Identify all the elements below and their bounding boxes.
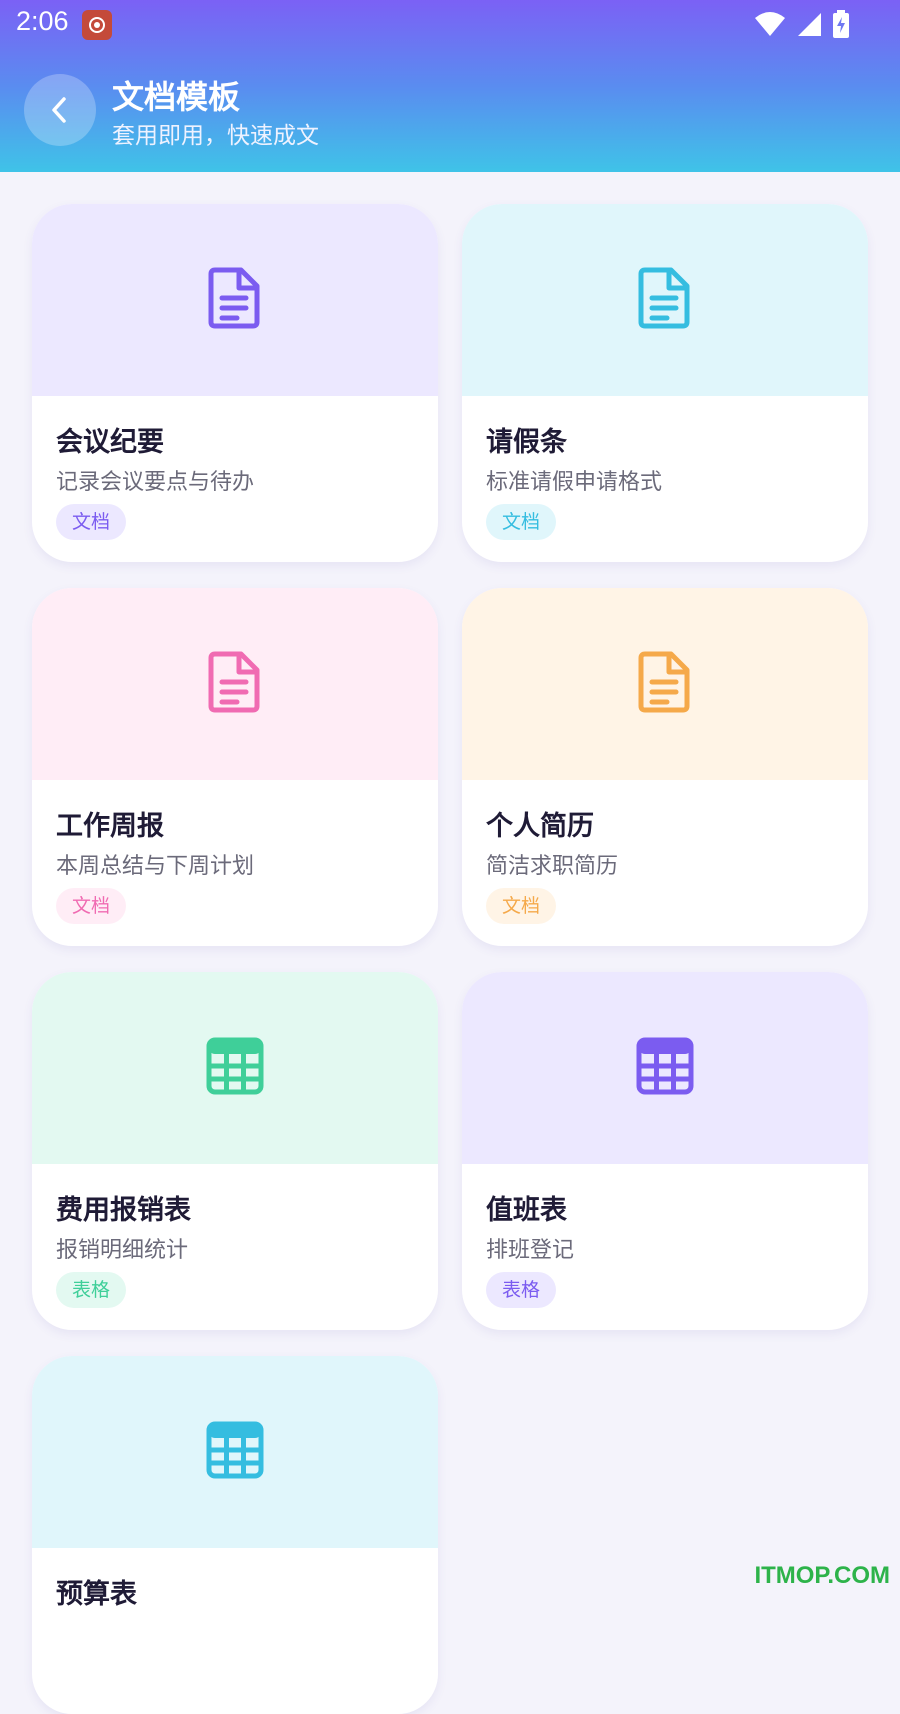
template-card-banner: [32, 588, 438, 780]
template-type-badge: 文档: [56, 504, 126, 540]
template-type-badge: 文档: [486, 888, 556, 924]
template-description: 简洁求职简历: [486, 848, 618, 880]
template-type-badge: 文档: [486, 504, 556, 540]
template-card[interactable]: 个人简历简洁求职简历文档: [462, 588, 868, 946]
template-card[interactable]: 工作周报本周总结与下周计划文档: [32, 588, 438, 946]
template-card[interactable]: 会议纪要记录会议要点与待办文档: [32, 204, 438, 562]
template-title: 值班表: [486, 1188, 567, 1227]
template-type-badge: 文档: [56, 888, 126, 924]
back-button[interactable]: [24, 74, 96, 146]
status-bar: 2:06: [0, 0, 900, 48]
template-card-banner: [32, 204, 438, 396]
page-title: 文档模板: [112, 72, 240, 118]
battery-icon: [832, 10, 850, 38]
template-description: 记录会议要点与待办: [56, 464, 254, 496]
status-icons: [754, 10, 850, 38]
template-card-banner: [462, 588, 868, 780]
table-icon: [635, 1036, 695, 1100]
chevron-left-icon: [48, 95, 72, 125]
app-header: 2:06 文档模板 套用即用，快速成文: [0, 0, 900, 172]
template-description: 本周总结与下周计划: [56, 848, 254, 880]
document-icon: [637, 266, 693, 334]
template-description: 标准请假申请格式: [486, 464, 662, 496]
template-title: 工作周报: [56, 804, 164, 843]
template-card[interactable]: 请假条标准请假申请格式文档: [462, 204, 868, 562]
template-description: 报销明细统计: [56, 1232, 188, 1264]
template-type-badge: 表格: [486, 1272, 556, 1308]
table-icon: [205, 1420, 265, 1484]
template-title: 预算表: [56, 1572, 137, 1611]
watermark: ITMOP.COM: [754, 1562, 890, 1590]
document-icon: [207, 266, 263, 334]
template-title: 个人简历: [486, 804, 594, 843]
template-card[interactable]: 预算表: [32, 1356, 438, 1714]
table-icon: [205, 1036, 265, 1100]
template-title: 会议纪要: [56, 420, 164, 459]
template-card[interactable]: 值班表排班登记表格: [462, 972, 868, 1330]
template-title: 请假条: [486, 420, 567, 459]
template-description: 排班登记: [486, 1232, 574, 1264]
template-card-banner: [462, 972, 868, 1164]
template-card-banner: [462, 204, 868, 396]
signal-icon: [796, 11, 822, 37]
template-type-badge: 表格: [56, 1272, 126, 1308]
document-icon: [637, 650, 693, 718]
wifi-icon: [754, 11, 786, 37]
page-subtitle: 套用即用，快速成文: [112, 116, 319, 150]
template-title: 费用报销表: [56, 1188, 191, 1227]
template-card[interactable]: 费用报销表报销明细统计表格: [32, 972, 438, 1330]
notification-app-icon: [82, 10, 112, 40]
document-icon: [207, 650, 263, 718]
template-card-banner: [32, 972, 438, 1164]
status-time: 2:06: [16, 6, 69, 37]
template-card-banner: [32, 1356, 438, 1548]
